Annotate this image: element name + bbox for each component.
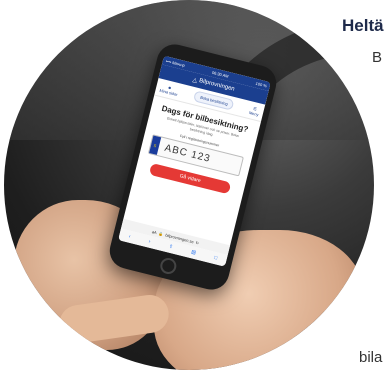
tabs-icon[interactable]: □ <box>213 255 217 262</box>
photo-circle: •••• Ma•u•p 06:30 AM 100 % △ Bilprovning… <box>4 0 374 370</box>
share-icon[interactable]: ⇧ <box>168 244 174 251</box>
menu-label: Meny <box>248 109 260 117</box>
lock-icon: 🔒 <box>158 230 165 237</box>
mina-sidor-link[interactable]: ☻ Mina sidor <box>159 82 179 96</box>
home-button[interactable] <box>158 256 179 276</box>
menu-button[interactable]: ☰ Meny <box>248 105 261 117</box>
reload-icon[interactable]: ↻ <box>195 239 199 245</box>
plate-value: ABC 123 <box>163 142 212 165</box>
forward-icon[interactable]: › <box>148 239 151 245</box>
text-size-button[interactable]: aA <box>151 229 157 235</box>
back-icon[interactable]: ‹ <box>128 234 131 240</box>
logo-icon: △ <box>191 76 198 84</box>
book-icon[interactable]: ▤ <box>190 249 196 256</box>
